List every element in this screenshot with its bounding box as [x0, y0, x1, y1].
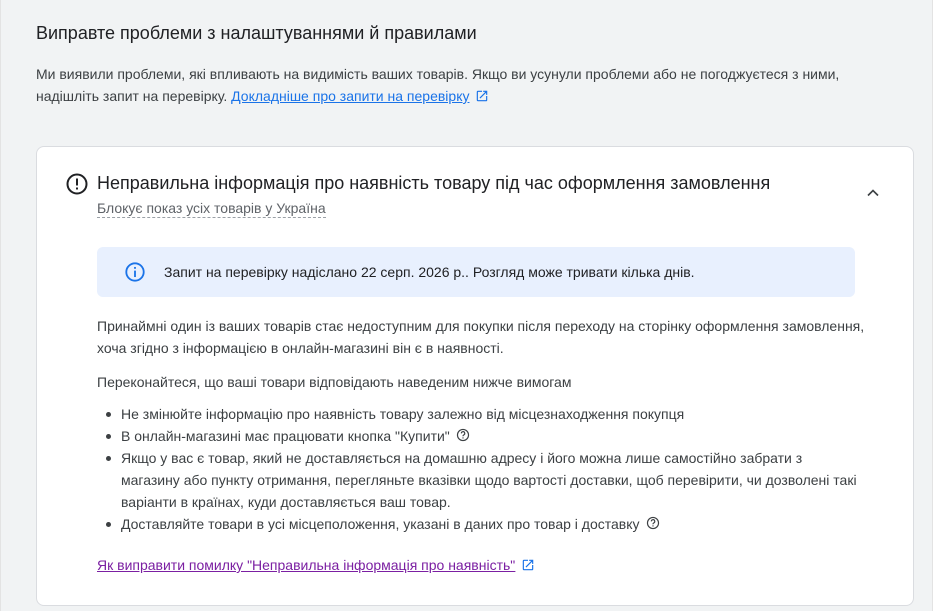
info-banner: Запит на перевірку надіслано 22 серп. 20…	[97, 247, 855, 297]
fix-issue-link-wrap: Як виправити помилку "Неправильна інформ…	[97, 555, 535, 575]
issue-title: Неправильна інформація про наявність тов…	[97, 173, 771, 193]
requirement-text: Доставляйте товари в усі місцеположення,…	[121, 516, 640, 532]
requirement-item: Доставляйте товари в усі місцеположення,…	[97, 513, 857, 535]
requirement-item: Не змінюйте інформацію про наявність тов…	[97, 403, 857, 425]
requirement-text: Не змінюйте інформацію про наявність тов…	[121, 406, 685, 422]
appeals-learn-more-link[interactable]: Докладніше про запити на перевірку	[231, 88, 469, 104]
requirements-list: Не змінюйте інформацію про наявність тов…	[97, 403, 857, 535]
chevron-up-icon	[867, 189, 879, 197]
requirement-text: В онлайн-магазині має працювати кнопка "…	[121, 428, 450, 444]
issue-subtitle[interactable]: Блокує показ усіх товарів у Україна	[97, 199, 326, 218]
external-link-icon[interactable]	[521, 558, 535, 572]
requirement-text: Якщо у вас є товар, який не доставляєтьс…	[121, 450, 857, 510]
collapse-button[interactable]	[859, 179, 887, 207]
external-link-icon[interactable]	[475, 89, 489, 103]
issue-card: Неправильна інформація про наявність тов…	[36, 146, 914, 606]
requirements-intro: Переконайтеся, що ваші товари відповідаю…	[97, 374, 572, 390]
info-message: Запит на перевірку надіслано 22 серп. 20…	[164, 264, 695, 280]
info-icon	[125, 262, 145, 282]
issue-header[interactable]: Неправильна інформація про наявність тов…	[65, 171, 893, 221]
page: Виправте проблеми з налаштуваннями й пра…	[0, 0, 933, 611]
fix-issue-link[interactable]: Як виправити помилку "Неправильна інформ…	[97, 557, 515, 573]
error-outline-icon	[66, 173, 88, 195]
page-title: Виправте проблеми з налаштуваннями й пра…	[36, 23, 477, 43]
intro-text: Ми виявили проблеми, які впливають на ви…	[36, 63, 876, 107]
help-icon[interactable]	[646, 516, 660, 530]
fix-issue-label: Як виправити помилку "Неправильна інформ…	[97, 557, 516, 573]
appeals-learn-more-label: Докладніше про запити на перевірку	[231, 88, 470, 104]
requirement-item: Якщо у вас є товар, який не доставляєтьс…	[97, 447, 857, 513]
requirement-item: В онлайн-магазині має працювати кнопка "…	[97, 425, 857, 447]
help-icon[interactable]	[456, 428, 470, 442]
issue-description: Принаймні один із ваших товарів стає нед…	[97, 318, 865, 356]
